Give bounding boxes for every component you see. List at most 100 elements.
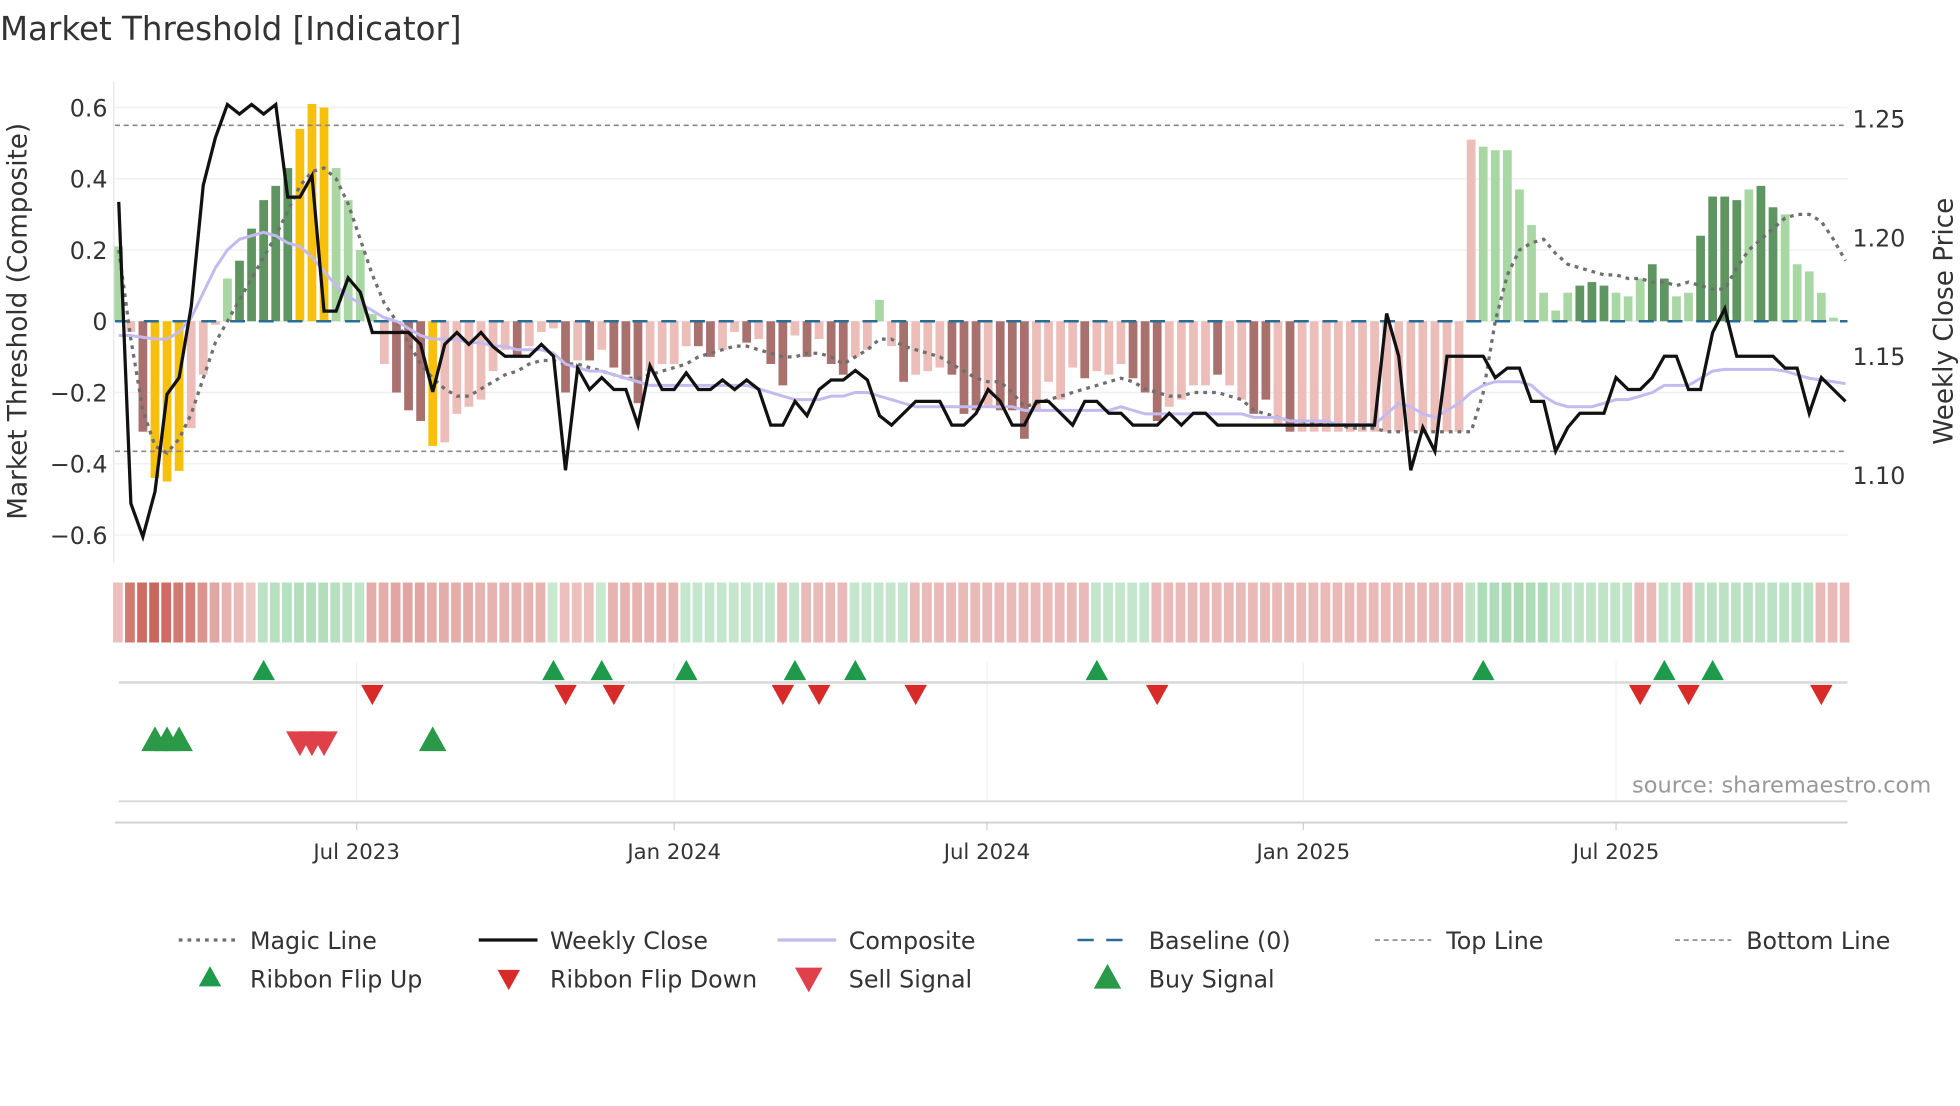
ribbon-cell	[1356, 582, 1367, 643]
ribbon-cell	[632, 582, 642, 643]
ribbon-cell	[1646, 582, 1657, 643]
ribbon-cell	[523, 582, 534, 643]
legend-item-buy-signal: Buy Signal	[1093, 963, 1275, 994]
ribbon-cell	[1658, 582, 1669, 643]
ribbon-cell	[245, 582, 256, 643]
ribbon-cell	[1489, 582, 1500, 643]
composite-bar	[1164, 321, 1174, 407]
y-right-tick-label: 1.25	[1853, 106, 1906, 134]
composite-bar	[1140, 321, 1150, 393]
ribbon-cell	[257, 582, 268, 643]
ribbon-cell	[113, 582, 123, 643]
signal-panel	[115, 659, 1848, 824]
ribbon-flip-down-marker	[602, 684, 626, 706]
ribbon-cell	[209, 582, 220, 643]
ribbon-cell	[1079, 582, 1089, 643]
composite-bar	[295, 128, 305, 322]
chart-title: Market Threshold [Indicator]	[0, 10, 462, 48]
legend-label: Bottom Line	[1746, 927, 1890, 955]
ribbon-cell	[402, 582, 413, 643]
ribbon-cell	[1296, 582, 1307, 643]
composite-bar	[1659, 278, 1669, 322]
y-tick-label: 0	[92, 308, 107, 336]
ribbon-cell	[970, 582, 981, 643]
composite-bar	[1792, 264, 1802, 322]
x-tick-label: Jan 2025	[1255, 840, 1351, 865]
ribbon-cell	[1091, 582, 1101, 643]
composite-bar	[730, 321, 739, 332]
composite-bar	[1539, 292, 1548, 322]
ribbon-cell	[1320, 582, 1331, 643]
ribbon-cell	[1308, 582, 1319, 643]
ribbon-cell	[1163, 582, 1174, 643]
ribbon-cell	[511, 582, 522, 643]
composite-bar	[742, 321, 752, 343]
composite-bar	[863, 321, 872, 350]
ribbon-cell	[1417, 582, 1427, 643]
legend-item-bottom-line: Bottom Line	[1675, 927, 1890, 955]
ribbon-cell	[1054, 582, 1065, 643]
composite-bar	[766, 321, 776, 365]
ribbon-cell	[1537, 582, 1548, 643]
ribbon-cell	[1513, 582, 1524, 643]
buy-signal-marker	[418, 726, 447, 752]
ribbon-cell	[934, 582, 944, 643]
ribbon-cell	[668, 582, 679, 643]
ribbon-flip-up-marker	[844, 659, 867, 681]
composite-bar	[1575, 285, 1585, 322]
ribbon-cell	[1199, 582, 1210, 643]
ribbon-cell	[390, 582, 401, 643]
ribbon-cell	[1731, 582, 1741, 643]
composite-bar	[681, 321, 691, 347]
ribbon-cell	[644, 582, 655, 643]
left-axis-ticks: 0.6 0.4 0.2 0 −0.2 −0.4 −0.6	[50, 94, 108, 549]
legend-flip-down-icon	[497, 969, 520, 991]
legend-label: Weekly Close	[550, 927, 708, 955]
ribbon-cell	[789, 582, 799, 643]
legend-label: Ribbon Flip Up	[250, 966, 422, 994]
composite-bar	[633, 321, 643, 404]
composite-bar	[1032, 321, 1041, 411]
ribbon-flip-up-marker	[1085, 659, 1109, 681]
ribbon-flip-up-marker	[675, 659, 698, 681]
composite-bar	[1684, 292, 1693, 322]
ribbon-cell	[233, 582, 244, 643]
ribbon-cell	[728, 582, 739, 643]
legend-item-ribbon-flip-up: Ribbon Flip Up	[198, 966, 422, 994]
series-lines	[115, 101, 1848, 543]
ribbon-cell	[1706, 582, 1717, 643]
legend-label: Magic Line	[250, 927, 377, 955]
composite-bar	[512, 321, 522, 357]
composite-bar	[1527, 225, 1536, 322]
legend-label: Composite	[849, 927, 976, 955]
ribbon-cell	[1284, 582, 1295, 643]
ribbon-cell	[825, 582, 836, 643]
ribbon-cell	[475, 582, 485, 643]
composite-bar	[1128, 321, 1138, 379]
ribbon-cell	[499, 582, 510, 643]
y-tick-label: 0.4	[70, 166, 108, 194]
y-tick-label: 0.6	[70, 94, 108, 122]
ribbon-cell	[1465, 582, 1476, 643]
ribbon-cell	[1453, 582, 1464, 643]
ribbon-cell	[1634, 582, 1645, 643]
ribbon-flip-down-marker	[1628, 684, 1652, 706]
ribbon-flip-up-marker	[252, 659, 275, 681]
ribbon-cell	[1151, 582, 1162, 643]
ribbon-flip-down-marker	[771, 684, 795, 706]
ribbon-flip-down-marker	[1810, 684, 1833, 706]
composite-bar	[1515, 189, 1524, 322]
ribbon-cell	[620, 582, 630, 643]
ribbon-cell	[1429, 582, 1439, 643]
ribbon-cell	[1525, 582, 1536, 643]
legend-item-magic-line: Magic Line	[178, 927, 377, 955]
ribbon-cell	[704, 582, 715, 643]
legend-label: Ribbon Flip Down	[550, 966, 757, 994]
ribbon-cell	[535, 582, 546, 643]
market-threshold-chart: Market Threshold [Indicator] 0.6 0.4 0.2 0 −…	[0, 10, 1960, 994]
legend-label: Sell Signal	[849, 966, 972, 994]
legend-item-baseline-0: Baseline (0)	[1077, 927, 1291, 955]
ribbon-cell	[1779, 582, 1790, 643]
ribbon-cell	[897, 582, 908, 643]
composite-bar	[573, 321, 582, 361]
